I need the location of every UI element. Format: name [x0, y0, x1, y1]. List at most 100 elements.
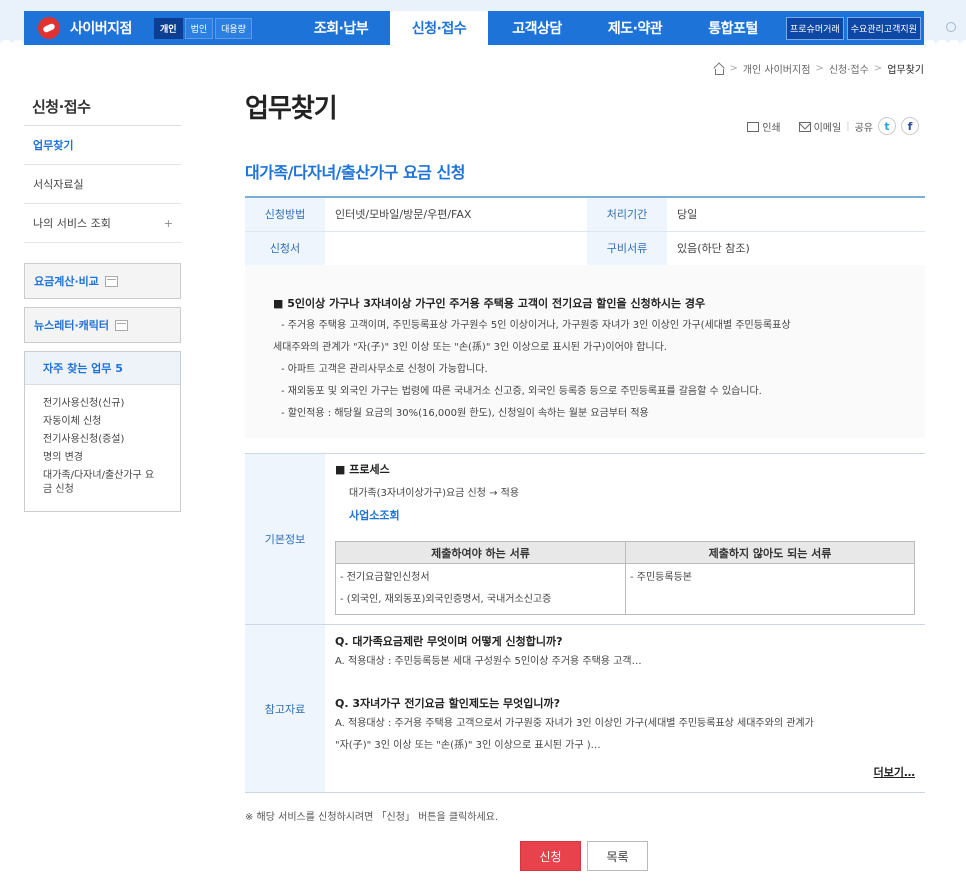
- notice-line: - 아파트 고객은 관리사무소로 신청이 가능합니다.: [281, 364, 488, 375]
- sidebar-item-label: 업무찾기: [33, 139, 74, 152]
- page-tools: 인쇄 이메일 | 공유 t f: [747, 117, 919, 135]
- sidebar-item-label: 나의 서비스 조회: [33, 217, 111, 230]
- frequent-task-link[interactable]: 대가족/다자녀/출산가구 요금 신청: [43, 469, 161, 497]
- method-label: 신청방법: [245, 197, 325, 232]
- frequent-task-link[interactable]: 전기사용신청(신규): [43, 397, 161, 411]
- breadcrumb-current: 업무찾기: [887, 65, 924, 76]
- menu-customer-support[interactable]: 고객상담: [488, 11, 586, 45]
- menu-terms[interactable]: 제도·약관: [586, 11, 684, 45]
- docs-value: 있음(하단 참조): [667, 231, 925, 266]
- print-button[interactable]: 인쇄: [747, 119, 781, 134]
- method-value: 인터넷/모바일/방문/우편/FAX: [325, 197, 587, 232]
- faq-answer: A. 적용대상 : 주민등록등본 세대 구성원수 5인이상 주거용 주택용 고객…: [335, 656, 642, 667]
- table-row: 신청서 구비서류 있음(하단 참조): [245, 231, 925, 266]
- site-logo[interactable]: 사이버지점: [24, 11, 152, 45]
- apply-button[interactable]: 신청: [520, 841, 581, 871]
- page-title: 업무찾기: [245, 94, 338, 124]
- rate-calculator-label: 요금계산·비교: [34, 275, 99, 288]
- newsletter-box[interactable]: 뉴스레터·캐릭터: [24, 307, 181, 343]
- service-title: 대가족/다자녀/출산가구 요금 신청: [245, 163, 465, 182]
- circle-icon[interactable]: [946, 22, 956, 32]
- faq-question[interactable]: Q. 3자녀가구 전기요금 할인제도는 무엇입니까?: [335, 695, 915, 713]
- frequent-task-link[interactable]: 명의 변경: [43, 451, 161, 465]
- notice-line: - 재외동포 및 외국인 가구는 법령에 따른 국내거소 신고증, 외국인 등록…: [281, 386, 762, 397]
- tab-personal[interactable]: 개인: [154, 17, 183, 39]
- action-buttons: 신청 목록: [520, 841, 648, 871]
- sidebar-title: 신청·접수: [24, 94, 181, 126]
- twitter-icon[interactable]: t: [878, 117, 896, 135]
- divider: |: [846, 120, 850, 132]
- table-row: 신청방법 인터넷/모바일/방문/우편/FAX 처리기간 당일: [245, 197, 925, 232]
- frequent-tasks: 자주 찾는 업무 5 전기사용신청(신규) 자동이체 신청 전기사용신청(증설)…: [24, 351, 181, 512]
- frequent-task-link[interactable]: 전기사용신청(증설): [43, 433, 161, 447]
- frequent-task-link[interactable]: 자동이체 신청: [43, 415, 161, 429]
- list-button[interactable]: 목록: [587, 841, 648, 871]
- notice-line: 세대주와의 관계가 "자(子)" 3인 이상 또는 "손(孫)" 3인 이상으로…: [273, 342, 667, 353]
- menu-application[interactable]: 신청·접수: [390, 11, 488, 45]
- more-link[interactable]: 더보기…: [874, 764, 915, 780]
- sidebar-item-my-service[interactable]: 나의 서비스 조회 +: [24, 204, 181, 243]
- process-title: ■ 프로세스: [335, 463, 390, 476]
- chevron-right-icon: >: [873, 63, 883, 74]
- tab-large-volume[interactable]: 대용량: [215, 17, 252, 39]
- customer-type-tabs: 개인 법인 대용량: [154, 11, 292, 45]
- breadcrumb-item[interactable]: 개인 사이버지점: [743, 61, 811, 76]
- print-icon: [747, 121, 760, 132]
- rate-calculator-box[interactable]: 요금계산·비교: [24, 263, 181, 299]
- basic-info-row: 기본정보 ■ 프로세스 대가족(3자녀이상가구)요금 신청 → 적용 사업소조회…: [245, 454, 925, 625]
- period-label: 처리기간: [587, 197, 667, 232]
- menu-portal[interactable]: 통합포털: [684, 11, 782, 45]
- top-bar: 사이버지점 개인 법인 대용량 조회·납부 신청·접수 고객상담 제도·약관 통…: [0, 0, 966, 46]
- email-button[interactable]: 이메일: [798, 119, 841, 134]
- mail-icon: [798, 121, 811, 132]
- frequent-tasks-title: 자주 찾는 업무 5: [25, 352, 180, 385]
- form-label: 신청서: [245, 231, 325, 266]
- global-nav: 사이버지점 개인 법인 대용량 조회·납부 신청·접수 고객상담 제도·약관 통…: [24, 11, 924, 45]
- docs-label: 구비서류: [587, 231, 667, 266]
- window-icon: [115, 319, 129, 331]
- window-icon: [104, 275, 118, 287]
- sidebar: 신청·접수 업무찾기 서식자료실 나의 서비스 조회 + 요금계산·비교 뉴스레…: [24, 94, 181, 512]
- required-documents-table: 제출하여야 하는 서류 제출하지 않아도 되는 서류 - 전기요금할인신청서 -…: [335, 541, 915, 615]
- notice-line: - 할인적용 : 해당월 요금의 30%(16,000원 한도), 신청일이 속…: [281, 408, 649, 419]
- share-label: 공유: [854, 122, 873, 134]
- faq-answer: A. 적용대상 : 주거용 주택용 고객으로서 가구원중 자녀가 3인 이상인 …: [335, 718, 814, 729]
- breadcrumb: > 개인 사이버지점 > 신청·접수 > 업무찾기: [713, 61, 924, 76]
- menu-inquiry-payment[interactable]: 조회·납부: [292, 11, 390, 45]
- basic-info-label: 기본정보: [245, 454, 325, 624]
- required-doc-item: - (외국인, 재외동포)외국인증명서, 국내거소신고증: [340, 594, 552, 605]
- tab-corporate[interactable]: 법인: [184, 17, 214, 39]
- sidebar-item-find-task[interactable]: 업무찾기: [24, 126, 181, 165]
- optional-docs-header: 제출하지 않아도 되는 서류: [625, 541, 915, 564]
- plus-icon: +: [163, 216, 173, 230]
- process-flow: 대가족(3자녀이상가구)요금 신청 → 적용: [349, 488, 520, 499]
- prosumer-link[interactable]: 프로슈머거래: [786, 16, 844, 40]
- detail-table: 기본정보 ■ 프로세스 대가족(3자녀이상가구)요금 신청 → 적용 사업소조회…: [245, 453, 925, 793]
- service-info-table: 신청방법 인터넷/모바일/방문/우편/FAX 처리기간 당일 신청서 구비서류 …: [245, 196, 925, 266]
- breadcrumb-item[interactable]: 신청·접수: [829, 61, 869, 76]
- logo-text: 사이버지점: [70, 21, 132, 37]
- faq-question[interactable]: Q. 대가족요금제란 무엇이며 어떻게 신청합니까?: [335, 633, 915, 651]
- chevron-right-icon: >: [815, 63, 824, 74]
- facebook-icon[interactable]: f: [901, 117, 919, 135]
- main-menu: 조회·납부 신청·접수 고객상담 제도·약관 통합포털: [292, 11, 782, 45]
- form-value: [325, 231, 587, 266]
- sidebar-item-label: 서식자료실: [33, 178, 84, 191]
- reference-row: 참고자료 Q. 대가족요금제란 무엇이며 어떻게 신청합니까? A. 적용대상 …: [245, 625, 925, 793]
- notice-title: ■ 5인이상 가구나 3자녀이상 가구인 주거용 주택용 고객이 전기요금 할인…: [273, 297, 706, 310]
- required-docs-header: 제출하여야 하는 서류: [335, 541, 626, 564]
- notice-line: - 주거용 주택용 고객이며, 주민등록표상 가구원수 5인 이상이거나, 가구…: [281, 320, 791, 331]
- chevron-right-icon: >: [729, 63, 738, 74]
- demand-support-link[interactable]: 수요관리고객지원: [846, 16, 921, 40]
- period-value: 당일: [667, 197, 925, 232]
- optional-doc-item: - 주민등록등본: [630, 572, 692, 583]
- business-office-link[interactable]: 사업소조회: [335, 507, 915, 523]
- logo-icon: [34, 13, 64, 43]
- apply-note: ※ 해당 서비스를 신청하시려면 「신청」 버튼을 클릭하세요.: [245, 812, 499, 823]
- extra-links: 프로슈머거래 수요관리고객지원: [786, 11, 921, 45]
- sidebar-item-forms[interactable]: 서식자료실: [24, 165, 181, 204]
- required-doc-item: - 전기요금할인신청서: [340, 572, 430, 583]
- home-icon[interactable]: [713, 64, 725, 75]
- faq-answer: "자(子)" 3인 이상 또는 "손(孫)" 3인 이상으로 표시된 가구 )…: [335, 740, 601, 751]
- newsletter-label: 뉴스레터·캐릭터: [34, 319, 110, 332]
